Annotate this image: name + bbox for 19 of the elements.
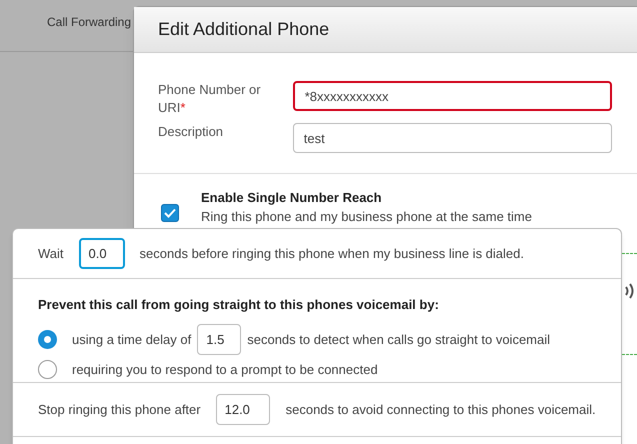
wait-description: seconds before ringing this phone when my business line is dialed.: [140, 244, 524, 263]
option-description: Ring this phone and my business phone at the same time: [201, 208, 533, 224]
option-description: seconds to detect when calls go straight to voicemail: [247, 330, 550, 349]
section-label: Call Forwarding: [47, 14, 132, 31]
number-field[interactable]: 1.5: [197, 324, 242, 355]
field-label: Phone Number or URI*: [158, 81, 262, 117]
number-field[interactable]: 0.0: [78, 238, 125, 269]
section-heading: Prevent this call from going straight to this phones voicemail by:: [38, 296, 440, 314]
option-title: Enable Single Number Reach: [201, 189, 383, 207]
stop-description: seconds to avoid connecting to this phones voicemail.: [286, 400, 596, 419]
stop-label: Stop ringing this phone after: [38, 400, 201, 419]
number-field[interactable]: 12.0: [216, 394, 270, 425]
text-field[interactable]: test: [292, 123, 612, 153]
dialog-title: Edit Additional Phone: [158, 18, 330, 41]
field-label: Description: [158, 123, 224, 141]
option-label: using a time delay of: [72, 330, 192, 349]
wait-label: Wait: [38, 244, 64, 263]
option-label: requiring you to respond to a prompt to be connected: [72, 360, 378, 379]
text-field[interactable]: *8xxxxxxxxxxx: [292, 81, 612, 111]
